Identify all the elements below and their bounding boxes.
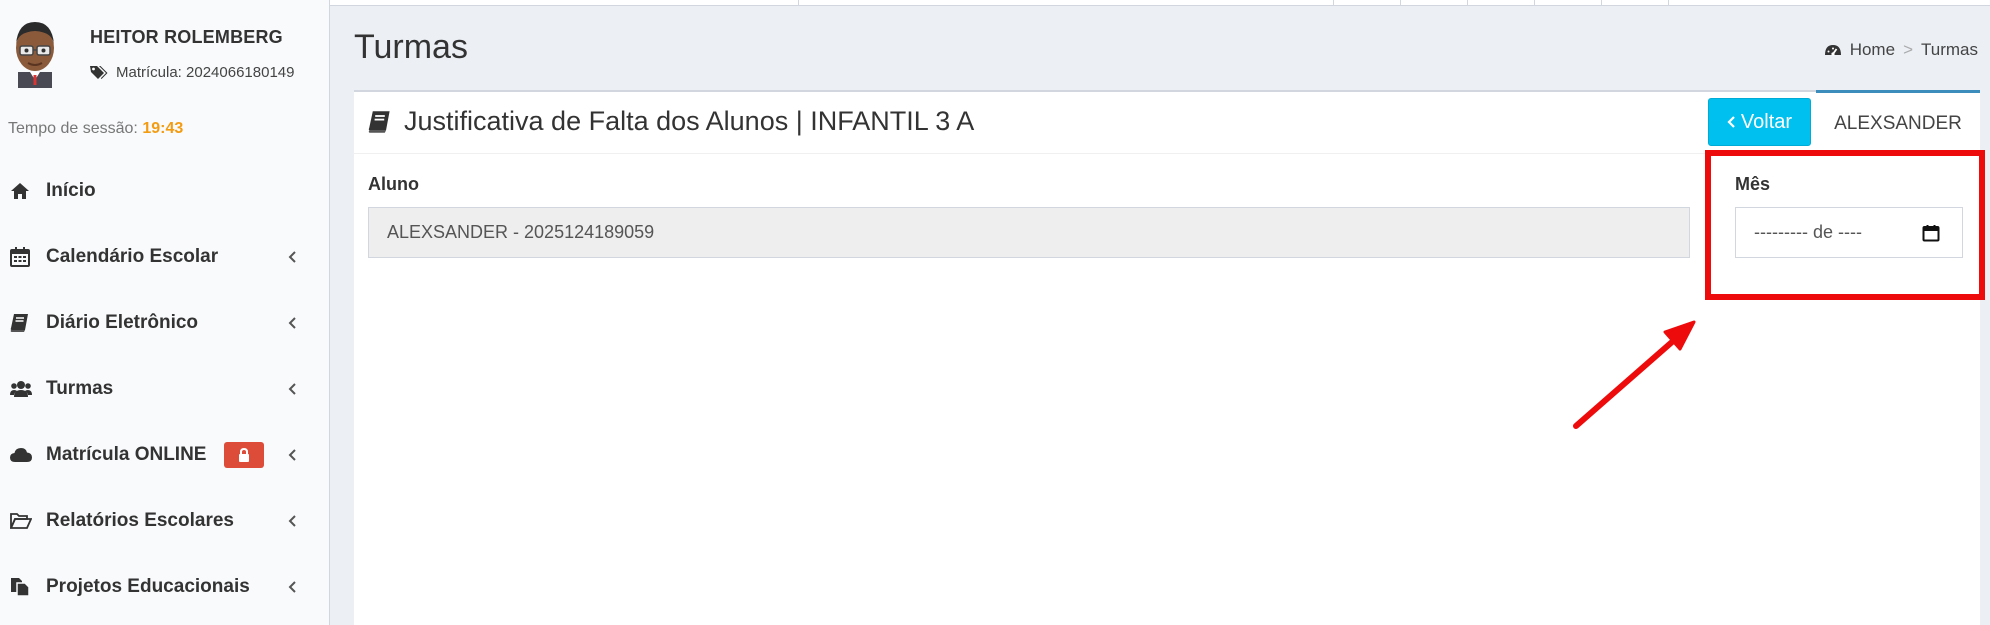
sidebar-item-label: Projetos Educacionais	[46, 576, 250, 597]
navbar-divider	[1668, 0, 1669, 6]
aluno-label: Aluno	[368, 174, 419, 194]
sidebar-item-matricula-online[interactable]: Matrícula ONLINE	[0, 422, 330, 488]
box-title-text: Justificativa de Falta dos Alunos | INFA…	[404, 106, 975, 136]
chevron-left-icon	[288, 581, 296, 593]
chevron-left-icon	[288, 515, 296, 527]
users-icon	[10, 378, 36, 400]
navbar-divider	[1400, 0, 1401, 6]
navbar-divider	[1333, 0, 1334, 6]
cloud-icon	[10, 444, 36, 466]
voltar-label: Voltar	[1740, 110, 1793, 133]
sidebar-item-label: Diário Eletrônico	[46, 312, 199, 333]
user-matricula: Matrícula: 2024066180149	[90, 64, 294, 81]
sidebar: HEITOR ROLEMBERG Matrícula: 202406618014…	[0, 0, 330, 625]
user-panel: HEITOR ROLEMBERG Matrícula: 202406618014…	[0, 0, 330, 100]
session-timer: Tempo de sessão: 19:43	[8, 120, 183, 138]
sidebar-item-label: Turmas	[46, 378, 114, 399]
sidebar-item-turmas[interactable]: Turmas	[0, 356, 330, 422]
sidebar-item-inicio[interactable]: Início	[0, 158, 330, 224]
sidebar-item-diario[interactable]: Diário Eletrônico	[0, 290, 330, 356]
chevron-left-icon	[1727, 116, 1735, 128]
chevron-left-icon	[288, 317, 296, 329]
breadcrumb-current: Turmas	[1921, 40, 1978, 59]
breadcrumb-separator: >	[1903, 40, 1913, 59]
sidebar-item-label: Início	[46, 180, 96, 201]
top-navbar	[330, 0, 1990, 6]
home-icon	[10, 180, 36, 202]
box-header: Justificativa de Falta dos Alunos | INFA…	[354, 90, 1980, 154]
sidebar-menu: Início Calendário Escolar Diário Eletrôn…	[0, 158, 330, 620]
sidebar-item-label: Calendário Escolar	[46, 246, 219, 267]
breadcrumb-home[interactable]: Home	[1850, 40, 1895, 60]
avatar	[16, 22, 54, 88]
annotation-highlight-box	[1705, 150, 1985, 300]
copy-icon	[10, 576, 36, 598]
sidebar-item-label: Relatórios Escolares	[46, 510, 234, 531]
session-time: 19:43	[142, 120, 184, 137]
folder-open-icon	[10, 510, 36, 532]
matricula-text: Matrícula: 2024066180149	[116, 64, 295, 81]
dashboard-icon	[1824, 45, 1841, 56]
navbar-divider	[1467, 0, 1468, 6]
page-title: Turmas	[354, 28, 468, 66]
tags-icon	[90, 65, 108, 79]
voltar-button[interactable]: Voltar	[1708, 98, 1811, 146]
navbar-divider	[798, 0, 799, 6]
book-icon	[368, 110, 390, 133]
sidebar-item-projetos[interactable]: Projetos Educacionais	[0, 554, 330, 620]
sidebar-item-label: Matrícula ONLINE	[46, 444, 207, 465]
chevron-left-icon	[288, 251, 296, 263]
chevron-left-icon	[288, 449, 296, 461]
box-title: Justificativa de Falta dos Alunos | INFA…	[368, 106, 974, 137]
navbar-divider	[1534, 0, 1535, 6]
sidebar-item-relatorios[interactable]: Relatórios Escolares	[0, 488, 330, 554]
lock-badge	[224, 442, 265, 468]
session-label: Tempo de sessão:	[8, 120, 138, 137]
user-name: HEITOR ROLEMBERG	[90, 27, 283, 47]
aluno-field[interactable]: ALEXSANDER - 2025124189059	[368, 207, 1690, 258]
book-icon	[10, 312, 36, 334]
breadcrumb: Home > Turmas	[1824, 40, 1978, 60]
navbar-divider	[1601, 0, 1602, 6]
sidebar-item-calendario[interactable]: Calendário Escolar	[0, 224, 330, 290]
calendar-icon	[10, 246, 36, 268]
chevron-left-icon	[288, 383, 296, 395]
tab-alexsander[interactable]: ALEXSANDER	[1816, 90, 1980, 154]
lock-icon	[239, 448, 250, 462]
